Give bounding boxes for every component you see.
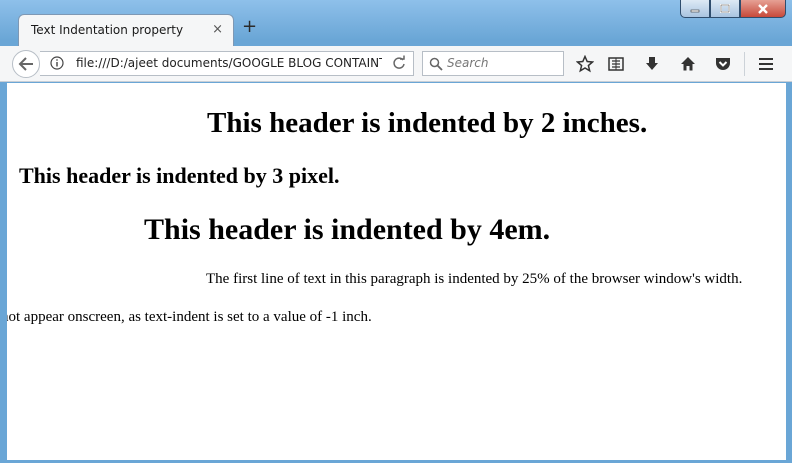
pocket-icon[interactable] [714, 55, 732, 73]
heading-indented-4em: This header is indented by 4em. [144, 213, 551, 246]
paragraph-indented-25-percent: The first line of text in this paragraph… [206, 271, 743, 287]
toolbar-separator [744, 52, 745, 76]
tab-strip: Text Indentation property × + [0, 0, 792, 46]
maximize-button[interactable] [710, 0, 740, 18]
url-bar[interactable]: file:///D:/ajeet documents/GOOGLE BLOG C… [40, 51, 414, 76]
window-controls [680, 0, 786, 20]
tab-title: Text Indentation property [31, 23, 184, 37]
browser-window: Text Indentation property × + file:///D:… [0, 0, 792, 463]
bookmark-star-icon[interactable] [576, 55, 594, 73]
tab-close-icon[interactable]: × [212, 22, 223, 37]
search-box[interactable]: Search [422, 51, 564, 76]
minimize-button[interactable] [680, 0, 710, 18]
new-tab-button[interactable]: + [242, 18, 257, 36]
back-arrow-icon [18, 57, 33, 71]
url-text[interactable]: file:///D:/ajeet documents/GOOGLE BLOG C… [76, 56, 382, 70]
download-icon[interactable] [643, 55, 661, 73]
search-icon [429, 57, 443, 71]
info-icon[interactable] [50, 56, 64, 70]
navigation-toolbar: file:///D:/ajeet documents/GOOGLE BLOG C… [0, 46, 792, 82]
close-icon [758, 3, 768, 14]
tab-text-indentation[interactable]: Text Indentation property × [18, 14, 234, 46]
heading-indented-2-inches: This header is indented by 2 inches. [207, 107, 648, 139]
back-button[interactable] [12, 50, 40, 78]
close-window-button[interactable] [740, 0, 786, 18]
minimize-icon [690, 9, 700, 12]
page-content: This header is indented by 2 inches. Thi… [7, 83, 786, 460]
menu-icon[interactable] [757, 55, 775, 73]
search-placeholder: Search [447, 56, 489, 70]
paragraph-negative-indent: not appear onscreen, as text-indent is s… [7, 309, 372, 325]
heading-indented-3-pixel: This header is indented by 3 pixel. [19, 163, 340, 188]
maximize-icon [720, 3, 730, 13]
home-icon[interactable] [679, 55, 697, 73]
reading-list-icon[interactable] [607, 55, 625, 73]
reload-icon[interactable] [391, 55, 407, 71]
